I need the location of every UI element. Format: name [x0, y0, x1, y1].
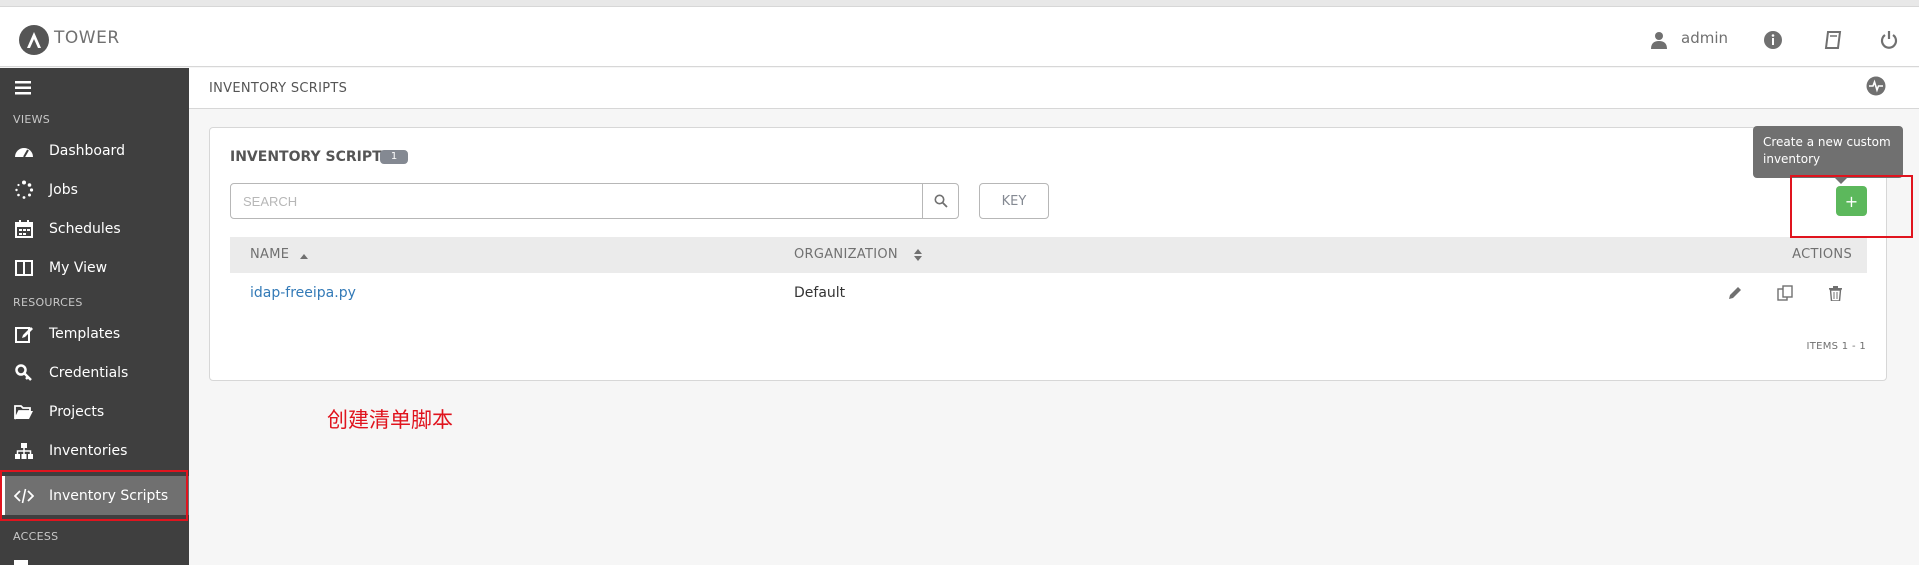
- inventory-scripts-panel: INVENTORY SCRIPTS 1 KEY + NAME ORGANIZAT…: [209, 127, 1887, 381]
- user-icon[interactable]: [1646, 27, 1672, 53]
- search-icon: [934, 194, 948, 208]
- section-label-access: ACCESS: [13, 530, 59, 543]
- table-header: NAME ORGANIZATION ACTIONS: [230, 237, 1867, 273]
- sidebar-item-credentials[interactable]: Credentials: [0, 353, 189, 392]
- sidebar-item-jobs[interactable]: Jobs: [0, 170, 189, 209]
- logo-text[interactable]: TOWER: [54, 28, 120, 48]
- search-button[interactable]: [922, 183, 959, 219]
- column-header-organization[interactable]: ORGANIZATION: [794, 247, 898, 262]
- section-label-views: VIEWS: [13, 113, 51, 126]
- sidebar-item-inventories[interactable]: Inventories: [0, 431, 189, 470]
- sidebar-highlight-box: [0, 470, 188, 521]
- jobs-spinner-icon: [14, 180, 34, 200]
- annotation-text: 创建清单脚本: [327, 408, 453, 432]
- breadcrumb: INVENTORY SCRIPTS: [189, 68, 1919, 109]
- access-item-icon[interactable]: [14, 560, 28, 565]
- sidebar-item-label: Jobs: [49, 181, 78, 198]
- sidebar-item-templates[interactable]: Templates: [0, 314, 189, 353]
- script-name-link[interactable]: idap-freeipa.py: [250, 285, 356, 301]
- key-button[interactable]: KEY: [979, 183, 1049, 219]
- sidebar-item-label: Projects: [49, 403, 105, 420]
- delete-trash-icon[interactable]: [1826, 284, 1844, 302]
- sidebar-item-label: Templates: [49, 325, 121, 342]
- info-icon[interactable]: [1760, 27, 1786, 53]
- sidebar-item-label: Inventories: [49, 442, 128, 459]
- hamburger-menu-icon[interactable]: [15, 80, 31, 99]
- power-icon[interactable]: [1876, 27, 1902, 53]
- search-input[interactable]: [230, 183, 923, 219]
- sidebar-item-dashboard[interactable]: Dashboard: [0, 131, 189, 170]
- activity-stream-icon[interactable]: [1866, 76, 1888, 98]
- browser-top-strip: [0, 0, 1919, 7]
- sidebar-item-label: Schedules: [49, 220, 121, 237]
- page-title: INVENTORY SCRIPTS: [209, 81, 348, 96]
- sidebar-item-schedules[interactable]: Schedules: [0, 209, 189, 248]
- sort-icon[interactable]: [913, 247, 923, 266]
- dashboard-icon: [14, 141, 34, 161]
- calendar-icon: [14, 219, 34, 239]
- user-name-link[interactable]: admin: [1681, 29, 1728, 47]
- add-button-highlight-box: [1790, 175, 1913, 238]
- count-badge: 1: [380, 150, 408, 164]
- edit-pencil-icon[interactable]: [1726, 284, 1744, 302]
- book-icon[interactable]: [1820, 27, 1846, 53]
- copy-icon[interactable]: [1776, 284, 1794, 302]
- sidebar-item-projects[interactable]: Projects: [0, 392, 189, 431]
- column-header-actions: ACTIONS: [1792, 247, 1852, 262]
- columns-icon: [14, 258, 34, 278]
- folder-icon: [14, 402, 34, 422]
- sidebar-item-label: Dashboard: [49, 142, 125, 159]
- items-count: ITEMS 1 - 1: [1806, 341, 1866, 352]
- edit-icon: [14, 324, 34, 344]
- tower-logo-icon[interactable]: [19, 25, 49, 55]
- sidebar-item-label: Credentials: [49, 364, 129, 381]
- sidebar-item-my-view[interactable]: My View: [0, 248, 189, 287]
- section-label-resources: RESOURCES: [13, 296, 83, 309]
- add-button-tooltip: Create a new custom inventory: [1753, 126, 1903, 184]
- sitemap-icon: [14, 441, 34, 461]
- key-icon: [14, 363, 34, 383]
- panel-title: INVENTORY SCRIPTS: [230, 149, 392, 165]
- table-row: idap-freeipa.py Default: [230, 273, 1867, 313]
- organization-cell: Default: [794, 285, 846, 301]
- sort-ascending-icon[interactable]: [299, 247, 309, 266]
- sidebar-item-label: My View: [49, 259, 108, 276]
- column-header-name[interactable]: NAME: [250, 247, 289, 262]
- top-navbar: TOWER admin: [0, 7, 1919, 67]
